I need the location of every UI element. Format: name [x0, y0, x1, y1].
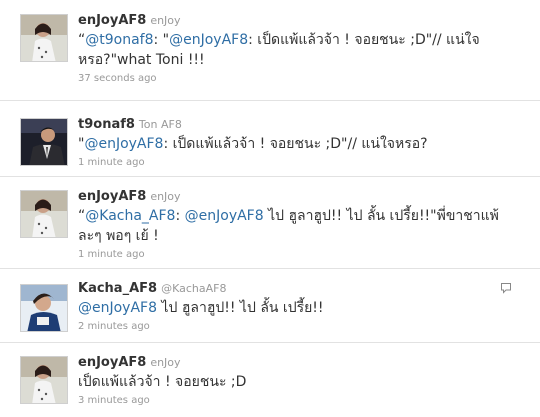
tweet-item: enJoyAF8 enJoy “@t9onaf8: "@enJoyAF8: เป็…: [0, 0, 540, 100]
mention-link[interactable]: @enJoyAF8: [78, 300, 157, 316]
tweet-text-part: : ": [153, 32, 170, 48]
divider: [0, 176, 540, 177]
tweet-item: Kacha_AF8 @KachaAF8 @enJoyAF8 ไป ฮูลาฮูป!…: [0, 272, 540, 340]
screen-name[interactable]: enJoyAF8: [78, 355, 146, 370]
tweet-text: "@enJoyAF8: เป็ดแพ้แล้วจ้า ! จอยชนะ ;D"/…: [78, 134, 510, 154]
tweet-text-part: เป็ดแพ้แล้วจ้า ! จอยชนะ ;D: [78, 374, 247, 390]
avatar[interactable]: [20, 14, 68, 62]
full-name: @KachaAF8: [161, 282, 227, 295]
tweet-text-part: ไป ฮูลาฮูป!! ไป ลั้น เปรี้ย!!: [157, 300, 324, 316]
timestamp[interactable]: 37 seconds ago: [78, 73, 510, 84]
full-name: Ton AF8: [138, 118, 182, 131]
divider: [0, 342, 540, 343]
tweet-item: t9onaf8 Ton AF8 "@enJoyAF8: เป็ดแพ้แล้วจ้…: [0, 108, 540, 176]
tweet-item: enJoyAF8 enJoy เป็ดแพ้แล้วจ้า ! จอยชนะ ;D…: [0, 346, 540, 417]
tweet-header: enJoyAF8 enJoy: [78, 188, 510, 205]
timestamp[interactable]: 1 minute ago: [78, 249, 510, 260]
divider: [0, 268, 540, 269]
tweet-text: เป็ดแพ้แล้วจ้า ! จอยชนะ ;D: [78, 372, 510, 392]
tweet-header: Kacha_AF8 @KachaAF8: [78, 280, 510, 297]
mention-link[interactable]: @t9onaf8: [85, 32, 153, 48]
tweet-text-part: :: [175, 208, 185, 224]
avatar[interactable]: [20, 284, 68, 332]
avatar[interactable]: [20, 356, 68, 404]
timestamp[interactable]: 1 minute ago: [78, 157, 510, 168]
reply-bubble-icon[interactable]: [500, 282, 512, 294]
screen-name[interactable]: enJoyAF8: [78, 13, 146, 28]
divider: [0, 100, 540, 101]
tweet-text-part: : เป็ดแพ้แล้วจ้า ! จอยชนะ ;D"// แน่ใจหรอ…: [163, 136, 428, 152]
avatar[interactable]: [20, 190, 68, 238]
full-name: enJoy: [150, 190, 181, 203]
tweet-header: enJoyAF8 enJoy: [78, 354, 510, 371]
avatar[interactable]: [20, 118, 68, 166]
timestamp[interactable]: 2 minutes ago: [78, 321, 510, 332]
mention-link[interactable]: @enJoyAF8: [84, 136, 163, 152]
tweet-header: enJoyAF8 enJoy: [78, 12, 510, 29]
screen-name[interactable]: Kacha_AF8: [78, 281, 157, 296]
screen-name[interactable]: enJoyAF8: [78, 189, 146, 204]
tweet-item: enJoyAF8 enJoy “@Kacha_AF8: @enJoyAF8 ไป …: [0, 180, 540, 268]
timestamp[interactable]: 3 minutes ago: [78, 395, 510, 406]
tweet-text: @enJoyAF8 ไป ฮูลาฮูป!! ไป ลั้น เปรี้ย!!: [78, 298, 510, 318]
full-name: enJoy: [150, 14, 181, 27]
screen-name[interactable]: t9onaf8: [78, 117, 135, 132]
mention-link[interactable]: @enJoyAF8: [169, 32, 248, 48]
mention-link[interactable]: @enJoyAF8: [185, 208, 264, 224]
mention-link[interactable]: @Kacha_AF8: [85, 208, 175, 224]
tweet-text: “@t9onaf8: "@enJoyAF8: เป็ดแพ้แล้วจ้า ! …: [78, 30, 510, 70]
full-name: enJoy: [150, 356, 181, 369]
tweet-text: “@Kacha_AF8: @enJoyAF8 ไป ฮูลาฮูป!! ไป ล…: [78, 206, 510, 246]
tweet-header: t9onaf8 Ton AF8: [78, 116, 510, 133]
